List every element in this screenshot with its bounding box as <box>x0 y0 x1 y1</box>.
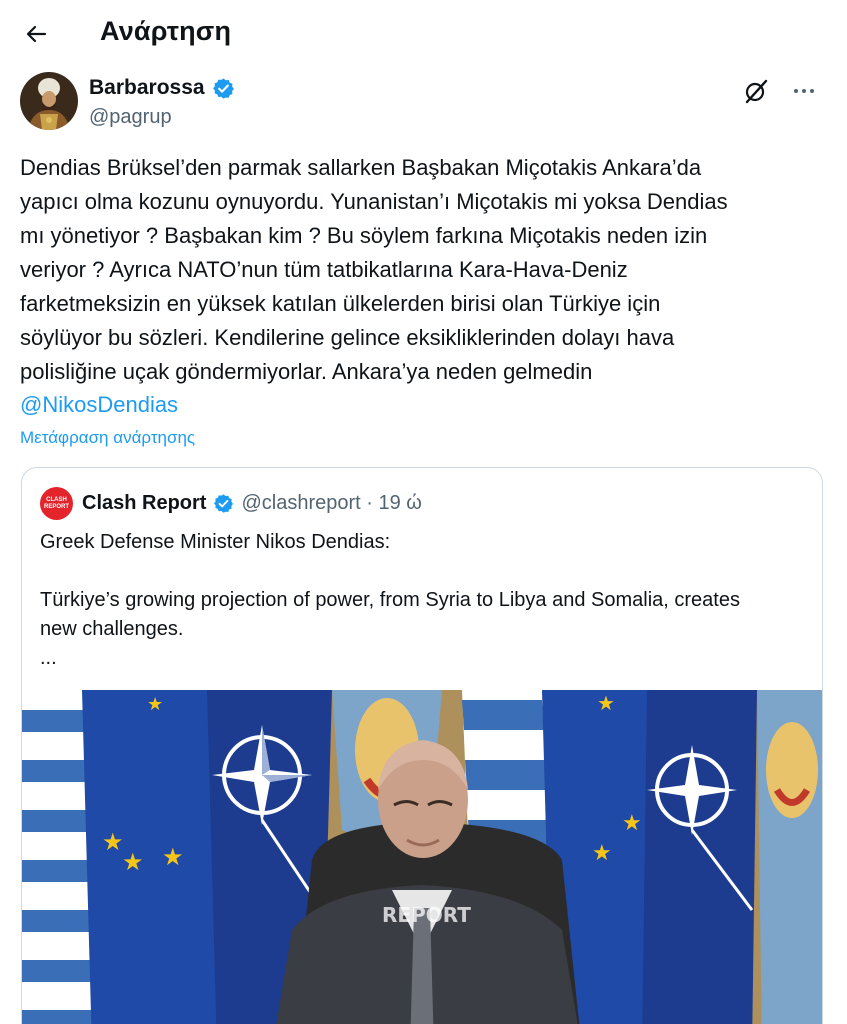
back-button[interactable] <box>18 16 54 52</box>
author-name[interactable]: Barbarossa <box>89 76 205 100</box>
svg-text:★: ★ <box>162 843 184 871</box>
post-actions <box>741 76 819 106</box>
more-options-button[interactable] <box>789 76 819 106</box>
avatar[interactable] <box>20 72 78 130</box>
quoted-avatar-logo-text-2: REPORT <box>43 503 69 510</box>
verified-badge-icon <box>212 77 234 99</box>
quoted-avatar[interactable]: CLASH REPORT <box>40 487 73 520</box>
quoted-avatar-logo-text-1: CLASH <box>46 496 67 503</box>
top-bar: Ανάρτηση <box>0 0 847 68</box>
post-author: Barbarossa @pagrup <box>20 72 827 136</box>
svg-text:★: ★ <box>102 828 124 856</box>
author-name-row: Barbarossa <box>89 76 235 100</box>
nato-flag-right <box>642 690 757 1024</box>
post-text: Dendias Brüksel’den parmak sallarken Baş… <box>20 155 728 384</box>
translate-post-link[interactable]: Μετάφραση ανάρτησης <box>20 428 195 448</box>
quoted-post-header: CLASH REPORT Clash Report @clashreport ·… <box>40 487 422 520</box>
svg-text:★: ★ <box>122 848 144 876</box>
svg-text:★: ★ <box>147 694 163 715</box>
grok-button[interactable] <box>741 76 771 106</box>
page-title: Ανάρτηση <box>100 16 232 46</box>
mention-link[interactable]: @NikosDendias <box>20 388 178 422</box>
quoted-post[interactable]: CLASH REPORT Clash Report @clashreport ·… <box>21 467 823 1024</box>
quoted-post-text: Greek Defense Minister Nikos Dendias: Tü… <box>40 531 740 669</box>
quoted-author-name[interactable]: Clash Report <box>82 492 206 515</box>
svg-text:★: ★ <box>592 841 612 866</box>
more-horizontal-icon <box>794 89 814 93</box>
greek-flag-left <box>22 690 92 1024</box>
author-handle[interactable]: @pagrup <box>89 106 172 129</box>
eu-flag-left: ★ ★ ★ ★ <box>82 690 227 1024</box>
arrow-left-icon <box>26 25 47 43</box>
crest-flag-right <box>757 690 822 1024</box>
grok-icon <box>745 79 768 104</box>
svg-text:★: ★ <box>622 811 642 836</box>
svg-text:★: ★ <box>597 691 615 715</box>
quoted-handle-time: @clashreport · 19 ώ <box>241 492 422 514</box>
verified-badge-icon <box>214 494 234 513</box>
media-watermark: REPORT <box>382 903 471 927</box>
quoted-post-media[interactable]: ★ ★ ★ ★ ★ ★ ★ REPORT <box>22 690 822 1024</box>
